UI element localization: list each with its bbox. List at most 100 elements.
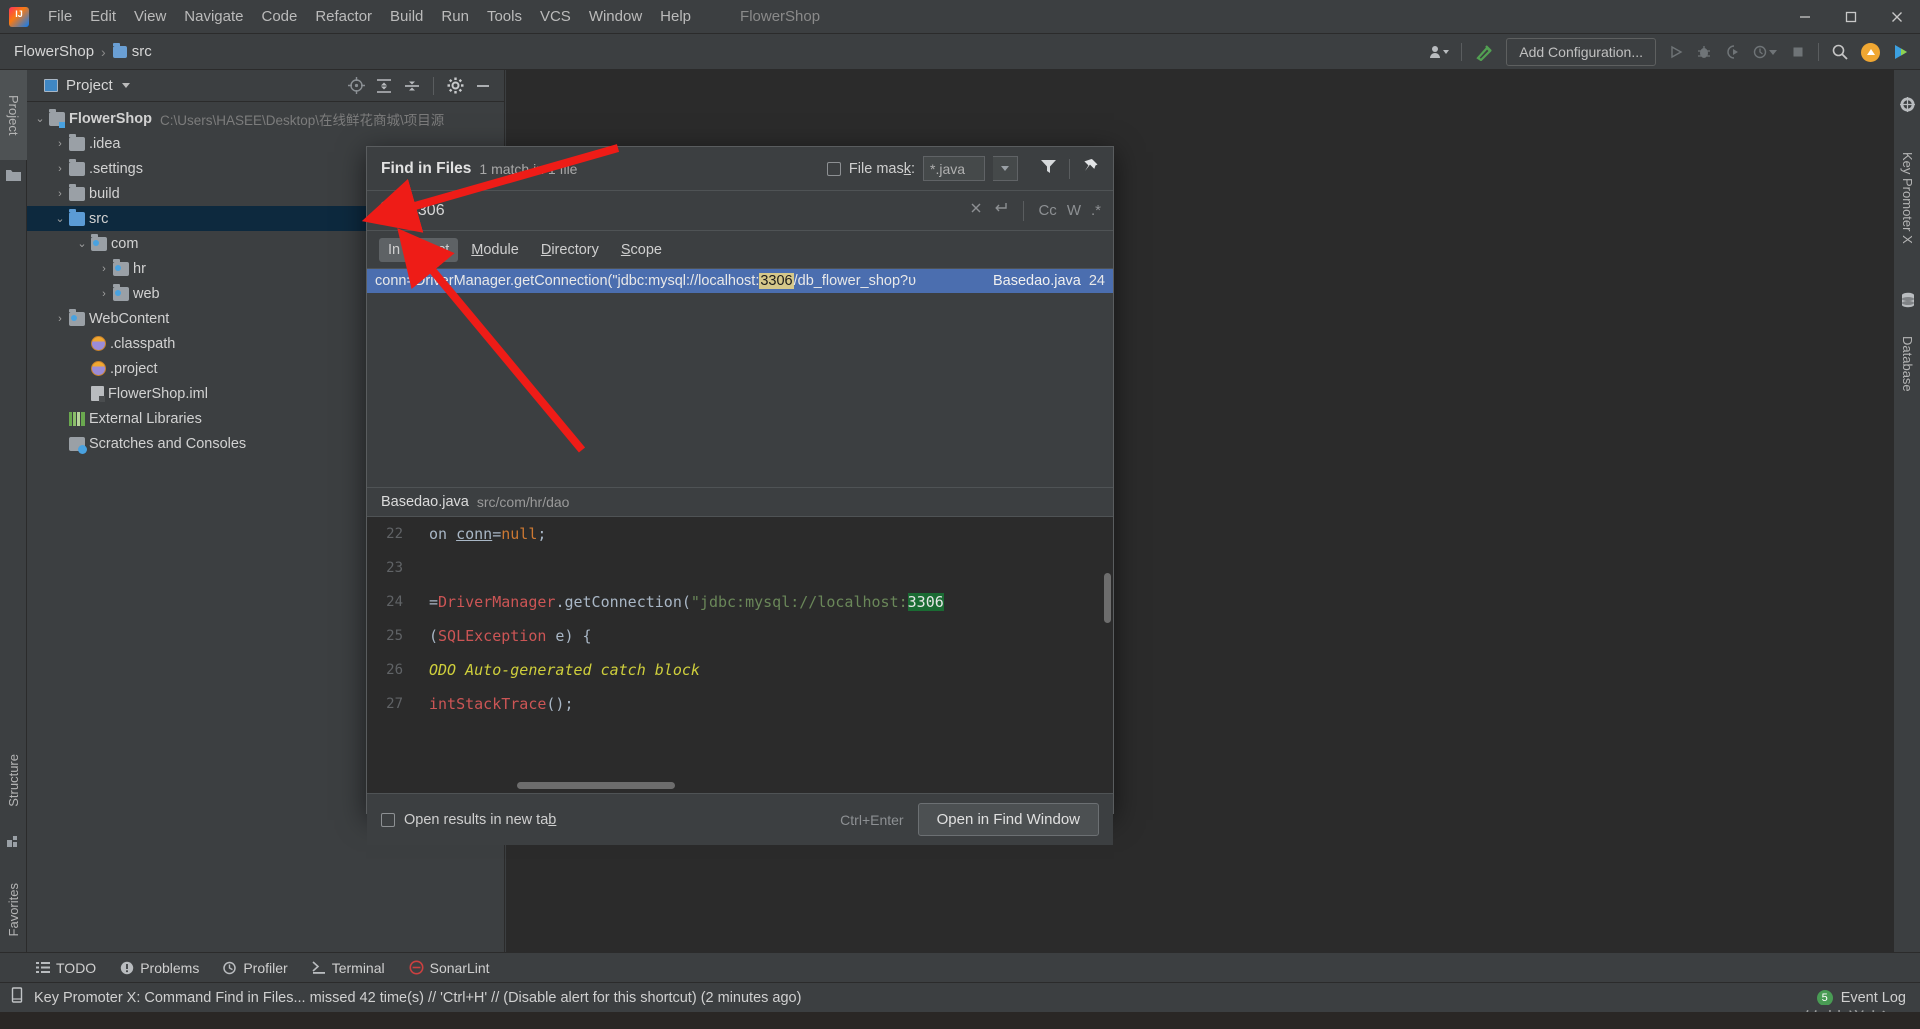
tool-window-sonarlint-label: SonarLint [429, 959, 490, 976]
tool-window-problems[interactable]: Problems [120, 960, 199, 976]
result-match-highlight: 3306 [759, 273, 794, 289]
project-panel-header: Project [27, 70, 504, 102]
menu-view[interactable]: View [125, 4, 175, 29]
chevron-right-icon[interactable]: › [53, 313, 67, 325]
search-everywhere-icon[interactable] [1825, 34, 1855, 70]
chevron-down-icon[interactable] [121, 83, 130, 88]
ide-extras-icon[interactable] [1886, 34, 1920, 70]
code-text: =DriverManager.getConnection("jdbc:mysql… [429, 593, 944, 611]
menu-window[interactable]: Window [580, 4, 651, 29]
code-preview[interactable]: 22 on conn=null; 23 24 =DriverManager.ge… [367, 517, 1113, 793]
open-in-find-window-button[interactable]: Open in Find Window [917, 803, 1099, 836]
chevron-right-icon[interactable]: › [97, 263, 111, 275]
tool-window-todo[interactable]: TODO [36, 960, 96, 976]
event-log-button[interactable]: Event Log [1841, 990, 1906, 1006]
intellij-logo-icon [9, 6, 29, 27]
open-results-new-tab-checkbox[interactable] [381, 812, 395, 827]
vertical-scrollbar[interactable] [1104, 573, 1111, 623]
chevron-expanded-icon[interactable]: ⌄ [53, 212, 67, 225]
tool-window-sonarlint[interactable]: SonarLint [409, 960, 490, 976]
sonarlint-icon [409, 960, 424, 975]
code-text: on conn=null; [429, 525, 547, 543]
add-configuration-button[interactable]: Add Configuration... [1506, 38, 1656, 66]
run-with-coverage-icon[interactable] [1718, 34, 1746, 70]
run-icon[interactable] [1662, 34, 1690, 70]
minimize-icon[interactable] [1782, 0, 1828, 34]
regex-toggle[interactable]: .* [1091, 202, 1101, 219]
sidebar-item-database[interactable]: Database [1894, 314, 1920, 414]
hammer-build-icon[interactable] [1468, 34, 1500, 70]
menu-edit[interactable]: Edit [81, 4, 125, 29]
new-line-icon[interactable] [993, 201, 1009, 220]
tree-row-flowershop[interactable]: ⌄ FlowerShop C:\Users\HASEE\Desktop\在线鲜花… [27, 106, 504, 131]
chevron-expanded-icon[interactable]: ⌄ [75, 237, 89, 250]
breadcrumb-src[interactable]: src [112, 42, 152, 60]
sidebar-item-favorites[interactable]: Favorites [0, 860, 27, 960]
menu-tools[interactable]: Tools [478, 4, 531, 29]
maximize-icon[interactable] [1828, 0, 1874, 34]
pin-icon[interactable] [1082, 158, 1099, 180]
user-dropdown-icon[interactable] [1423, 34, 1455, 70]
menu-build[interactable]: Build [381, 4, 432, 29]
stop-icon[interactable] [1784, 34, 1812, 70]
menu-refactor[interactable]: Refactor [306, 4, 381, 29]
menu-run[interactable]: Run [432, 4, 478, 29]
breadcrumb-separator: › [101, 43, 106, 60]
settings-gear-icon[interactable] [442, 73, 468, 99]
collapse-all-icon[interactable] [399, 73, 425, 99]
tree-label: .idea [89, 135, 121, 152]
file-mask-checkbox[interactable] [826, 161, 841, 176]
ide-window: File Edit View Navigate Code Refactor Bu… [0, 0, 1920, 1029]
words-toggle[interactable]: W [1067, 202, 1081, 219]
project-view-icon [44, 79, 58, 92]
search-input[interactable]: 3306 [409, 202, 445, 220]
list-item[interactable]: conn=DriverManager.getConnection("jdbc:m… [367, 269, 1113, 293]
tool-window-profiler[interactable]: Profiler [223, 960, 288, 976]
folder-icon [69, 133, 85, 151]
hide-icon[interactable] [470, 73, 496, 99]
close-icon[interactable] [1874, 0, 1920, 34]
clear-x-icon[interactable] [969, 201, 983, 220]
filter-funnel-icon[interactable] [1040, 158, 1057, 179]
chevron-expanded-icon[interactable]: ⌄ [33, 112, 47, 125]
sidebar-item-project[interactable]: Project [0, 70, 27, 160]
match-case-toggle[interactable]: Cc [1038, 202, 1056, 219]
chevron-right-icon[interactable]: › [53, 163, 67, 175]
tab-module[interactable]: Module [462, 238, 528, 262]
menu-file[interactable]: File [39, 4, 81, 29]
search-magnifier-icon[interactable] [379, 200, 399, 221]
menu-vcs[interactable]: VCS [531, 4, 580, 29]
tab-scope[interactable]: Scope [612, 238, 671, 262]
menu-code[interactable]: Code [252, 4, 306, 29]
file-mask-input[interactable]: *.java [923, 156, 985, 181]
tool-window-todo-label: TODO [56, 959, 97, 976]
sidebar-item-key-promoter-x[interactable]: Key Promoter X [1894, 118, 1920, 278]
search-field-row[interactable]: 3306 Cc W .* [367, 191, 1113, 231]
file-mask-label: File mask: [848, 160, 915, 177]
tab-in-project[interactable]: In Project [379, 237, 459, 262]
chevron-right-icon[interactable]: › [53, 138, 67, 150]
file-mask-dropdown[interactable] [993, 156, 1018, 181]
horizontal-scrollbar[interactable] [517, 782, 675, 789]
expand-all-icon[interactable] [371, 73, 397, 99]
tab-directory[interactable]: Directory [532, 238, 608, 262]
libraries-icon [69, 411, 85, 426]
line-number: 26 [386, 662, 403, 678]
menu-help[interactable]: Help [651, 4, 700, 29]
chevron-right-icon[interactable]: › [53, 188, 67, 200]
profile-dropdown-icon[interactable] [1746, 34, 1784, 70]
menu-navigate[interactable]: Navigate [175, 4, 252, 29]
debug-icon[interactable] [1690, 34, 1718, 70]
breadcrumb-project[interactable]: FlowerShop [14, 43, 94, 60]
sidebar-item-structure[interactable]: Structure [0, 730, 27, 830]
folder-icon [69, 158, 85, 176]
bottom-tool-bar: TODO Problems Profiler Terminal SonarLin… [0, 952, 1920, 982]
project-panel-toolbar [343, 73, 504, 99]
tool-window-terminal[interactable]: Terminal [312, 960, 385, 976]
update-icon[interactable] [1855, 34, 1886, 70]
find-in-files-dialog: Find in Files 1 match in 1 file File mas… [366, 146, 1114, 845]
database-icon [1894, 288, 1920, 312]
chevron-right-icon[interactable]: › [97, 288, 111, 300]
locate-icon[interactable] [343, 73, 369, 99]
package-icon [113, 283, 129, 301]
